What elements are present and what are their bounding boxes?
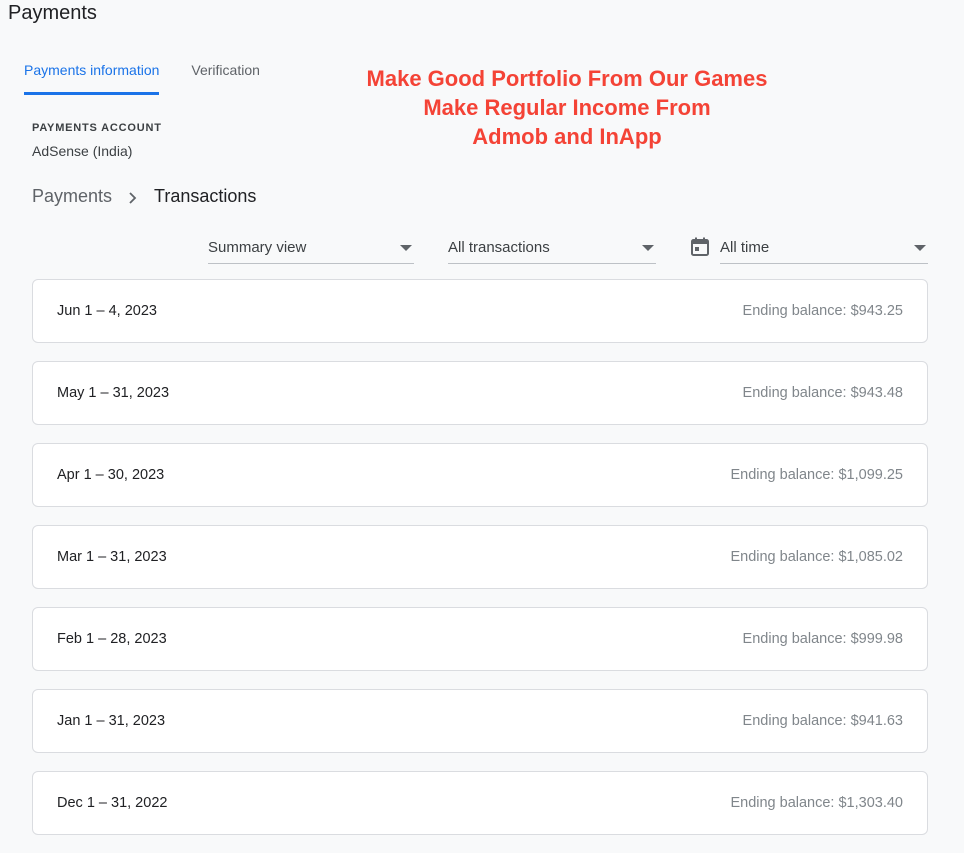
- transaction-period: Jun 1 – 4, 2023: [57, 303, 157, 319]
- tab-bar: Payments information Verification: [24, 52, 292, 95]
- payments-account-label: PAYMENTS ACCOUNT: [32, 122, 162, 134]
- transaction-period: Jan 1 – 31, 2023: [57, 713, 166, 729]
- date-range-select[interactable]: All time: [720, 232, 928, 264]
- transaction-ending-balance: Ending balance: $999.98: [742, 631, 903, 647]
- payments-account-value: AdSense (India): [32, 143, 133, 159]
- page-title: Payments: [8, 2, 97, 24]
- breadcrumb-payments-link[interactable]: Payments: [32, 186, 112, 207]
- dropdown-arrow-icon: [642, 245, 654, 251]
- summary-view-select[interactable]: Summary view: [208, 232, 414, 264]
- promo-line-3: Admob and InApp: [472, 124, 662, 149]
- transaction-ending-balance: Ending balance: $943.25: [742, 303, 903, 319]
- tab-verification[interactable]: Verification: [191, 52, 259, 92]
- transactions-list: Jun 1 – 4, 2023 Ending balance: $943.25 …: [32, 279, 928, 853]
- breadcrumb: Payments Transactions: [32, 186, 256, 207]
- transaction-row[interactable]: May 1 – 31, 2023 Ending balance: $943.48: [32, 361, 928, 425]
- transaction-period: Apr 1 – 30, 2023: [57, 467, 165, 483]
- promo-line-1: Make Good Portfolio From Our Games: [366, 66, 768, 91]
- transaction-row[interactable]: Apr 1 – 30, 2023 Ending balance: $1,099.…: [32, 443, 928, 507]
- transaction-row[interactable]: Jun 1 – 4, 2023 Ending balance: $943.25: [32, 279, 928, 343]
- date-range-value: All time: [720, 239, 770, 256]
- transaction-row[interactable]: Dec 1 – 31, 2022 Ending balance: $1,303.…: [32, 771, 928, 835]
- transaction-row[interactable]: Feb 1 – 28, 2023 Ending balance: $999.98: [32, 607, 928, 671]
- transaction-ending-balance: Ending balance: $941.63: [742, 713, 903, 729]
- transaction-ending-balance: Ending balance: $1,303.40: [730, 795, 903, 811]
- calendar-icon: [690, 237, 710, 257]
- transaction-row[interactable]: Jan 1 – 31, 2023 Ending balance: $941.63: [32, 689, 928, 753]
- breadcrumb-current: Transactions: [154, 186, 257, 206]
- transaction-period: Dec 1 – 31, 2022: [57, 795, 168, 811]
- promo-overlay-text: Make Good Portfolio From Our Games Make …: [340, 64, 794, 151]
- dropdown-arrow-icon: [400, 245, 412, 251]
- transaction-type-select[interactable]: All transactions: [448, 232, 656, 264]
- transaction-period: Mar 1 – 31, 2023: [57, 549, 167, 565]
- dropdown-arrow-icon: [914, 245, 926, 251]
- transaction-row[interactable]: Mar 1 – 31, 2023 Ending balance: $1,085.…: [32, 525, 928, 589]
- tab-payments-information[interactable]: Payments information: [24, 52, 160, 95]
- summary-view-value: Summary view: [208, 239, 307, 256]
- transaction-period: May 1 – 31, 2023: [57, 385, 170, 401]
- transaction-ending-balance: Ending balance: $943.48: [742, 385, 903, 401]
- transaction-ending-balance: Ending balance: $1,099.25: [730, 467, 903, 483]
- chevron-right-icon: [128, 188, 138, 206]
- transaction-period: Feb 1 – 28, 2023: [57, 631, 167, 647]
- promo-line-2: Make Regular Income From: [423, 95, 711, 120]
- transaction-type-value: All transactions: [448, 239, 550, 256]
- transaction-ending-balance: Ending balance: $1,085.02: [730, 549, 903, 565]
